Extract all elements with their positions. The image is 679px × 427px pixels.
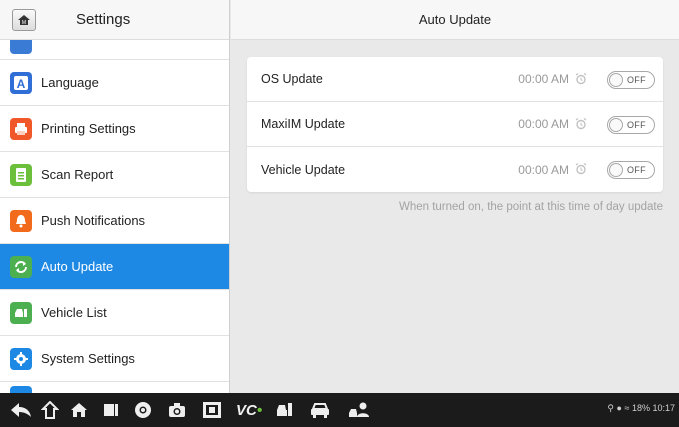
- home-arrow-icon[interactable]: [41, 401, 59, 419]
- home-button[interactable]: M: [12, 8, 36, 31]
- update-hint-text: When turned on, the point at this time o…: [398, 201, 663, 213]
- vci-icon[interactable]: VC •: [236, 401, 262, 419]
- row-label: Vehicle Update: [261, 162, 346, 177]
- camera-icon[interactable]: [168, 401, 186, 419]
- sidebar-item-label: Vehicle List: [41, 305, 107, 320]
- svg-text:M: M: [22, 20, 26, 26]
- units-icon: [10, 40, 32, 54]
- gear-icon: [10, 347, 32, 370]
- alarm-clock-icon[interactable]: [575, 163, 587, 175]
- toggle-knob: [609, 73, 623, 87]
- toggle-state: OFF: [627, 165, 646, 175]
- sidebar-item-push-notifications[interactable]: Push Notifications: [0, 198, 229, 244]
- time-value[interactable]: 00:00 AM: [518, 163, 569, 177]
- language-icon: A: [10, 71, 32, 94]
- bell-icon: [10, 209, 32, 232]
- sidebar-item-label: Printing Settings: [41, 121, 136, 136]
- toggle-state: OFF: [627, 75, 646, 85]
- recent-apps-icon[interactable]: [103, 401, 119, 419]
- sidebar-item-printing-settings[interactable]: Printing Settings: [0, 106, 229, 152]
- browser-icon[interactable]: [134, 401, 152, 419]
- sidebar-item-label: Language: [41, 75, 99, 90]
- sidebar-item-system-settings[interactable]: System Settings: [0, 336, 229, 382]
- status-bar: ⚲ ● ≈ 18% 10:17: [607, 403, 675, 414]
- sidebar-item-label: Push Notifications: [41, 213, 146, 228]
- settings-sidebar: M Settings A Language Printing Settings …: [0, 0, 230, 393]
- printer-icon: [10, 117, 32, 140]
- auto-update-card: OS Update 00:00 AM OFF MaxiIM Update 00:…: [247, 57, 663, 192]
- sidebar-header: M Settings: [0, 0, 229, 40]
- partial-icon: [10, 386, 32, 393]
- sidebar-title: Settings: [76, 11, 131, 28]
- os-update-toggle[interactable]: OFF: [607, 71, 655, 89]
- alarm-clock-icon[interactable]: [575, 73, 587, 85]
- sidebar-item-label: System Settings: [41, 351, 135, 366]
- main-header: Auto Update: [231, 0, 679, 40]
- sidebar-list: A Language Printing Settings Scan Report…: [0, 40, 229, 393]
- vehicle-diagnostics-icon[interactable]: [275, 401, 295, 419]
- bottom-nav-bar: VC • ⚲ ● ≈ 18% 10:17: [0, 393, 679, 427]
- sidebar-item-scan-report[interactable]: Scan Report: [0, 152, 229, 198]
- sidebar-item-label: Scan Report: [41, 167, 114, 182]
- toggle-state: OFF: [627, 120, 646, 130]
- row-label: OS Update: [261, 72, 323, 86]
- battery-and-time: 18% 10:17: [631, 403, 675, 413]
- vehicle-update-row: Vehicle Update 00:00 AM OFF: [247, 147, 663, 192]
- sidebar-item-language[interactable]: A Language: [0, 60, 229, 106]
- home-icon[interactable]: [70, 401, 88, 419]
- back-icon[interactable]: [10, 401, 32, 419]
- sidebar-item-vehicle-list[interactable]: Vehicle List: [0, 290, 229, 336]
- maxiim-update-toggle[interactable]: OFF: [607, 116, 655, 134]
- sidebar-item-label: Auto Update: [41, 259, 114, 274]
- vci-status-icon: ●: [616, 403, 622, 413]
- row-label: MaxiIM Update: [261, 117, 346, 131]
- alarm-clock-icon[interactable]: [575, 118, 587, 130]
- time-value[interactable]: 00:00 AM: [518, 117, 569, 131]
- wifi-icon: ≈: [624, 403, 630, 413]
- toggle-knob: [609, 163, 623, 177]
- os-update-row: OS Update 00:00 AM OFF: [247, 57, 663, 102]
- svg-text:A: A: [17, 77, 26, 91]
- maxiim-update-row: MaxiIM Update 00:00 AM OFF: [247, 102, 663, 147]
- refresh-icon: [10, 255, 32, 278]
- sidebar-item-units-partial[interactable]: [0, 40, 229, 60]
- car-icon[interactable]: [310, 401, 330, 419]
- screenshot-icon[interactable]: [202, 401, 222, 419]
- report-icon: [10, 163, 32, 186]
- vehicle-list-icon: [10, 301, 32, 324]
- toggle-knob: [609, 118, 623, 132]
- vehicle-update-toggle[interactable]: OFF: [607, 161, 655, 179]
- remote-expert-icon[interactable]: [348, 401, 370, 419]
- page-title: Auto Update: [418, 12, 492, 27]
- home-icon: M: [18, 14, 30, 26]
- sidebar-item-auto-update[interactable]: Auto Update: [0, 244, 229, 290]
- sidebar-item-partial[interactable]: [0, 382, 229, 393]
- location-icon: ⚲: [607, 403, 615, 413]
- time-value[interactable]: 00:00 AM: [518, 72, 569, 86]
